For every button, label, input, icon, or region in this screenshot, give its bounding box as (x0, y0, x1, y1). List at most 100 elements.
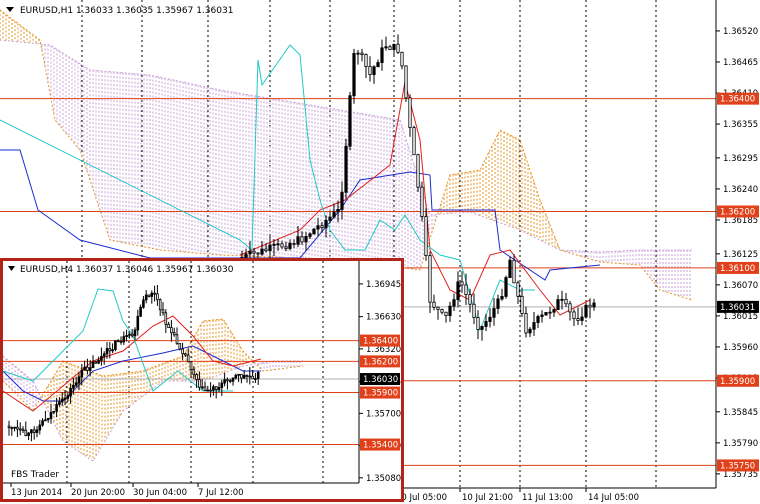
price-bar-body (158, 299, 162, 311)
price-bar-body (572, 311, 576, 319)
inset-chart[interactable]: 1.369451.366301.363201.360051.357001.353… (3, 261, 401, 499)
price-bar-body (46, 417, 50, 421)
price-bar-body (170, 327, 173, 334)
price-bar-body (242, 374, 246, 379)
watermark-text: FBS Trader (11, 470, 59, 480)
price-bar-body (244, 253, 248, 258)
price-bar-body (264, 248, 268, 252)
price-bar-body (484, 321, 488, 327)
price-bar-body (116, 340, 120, 343)
level-price-label: 1.35900 (363, 389, 398, 399)
price-bar-body (32, 429, 36, 433)
price-bar-body (226, 379, 229, 382)
current-price-label: 1.36031 (720, 303, 755, 313)
price-bar-body (552, 309, 556, 313)
price-bar-body (122, 336, 126, 343)
price-bar-body (336, 209, 340, 213)
price-bar-body (86, 366, 89, 371)
price-bar-body (340, 191, 344, 210)
price-bar-body (80, 369, 84, 378)
price-bar-body (492, 308, 496, 318)
inset-chart-panel[interactable]: 1.369451.366301.363201.360051.357001.353… (0, 258, 404, 502)
price-bar-body (380, 47, 384, 63)
price-bar-body (516, 282, 520, 297)
time-tick-label: 30 Jun 04:00 (133, 488, 187, 498)
price-bar-body (251, 375, 254, 380)
price-bar-body (60, 398, 64, 403)
level-price-label: 1.36400 (720, 95, 755, 105)
price-bar-body (576, 318, 580, 321)
price-bar-body (532, 322, 536, 330)
current-price-label: 1.36030 (363, 375, 398, 385)
price-bar-body (580, 316, 584, 321)
price-bar-body (256, 252, 260, 255)
price-bar-body (114, 340, 117, 350)
price-bar-body (38, 424, 42, 431)
price-bar-body (332, 211, 336, 218)
price-bar-body (256, 371, 260, 379)
price-bar-body (448, 305, 452, 316)
level-price-label: 1.36400 (363, 337, 398, 347)
price-bar-body (66, 395, 70, 399)
price-bar-body (195, 374, 198, 380)
price-bar-body (214, 386, 218, 390)
price-bar-body (200, 386, 204, 389)
price-bar-body (528, 328, 532, 334)
price-bar-body (436, 306, 440, 310)
price-bar-body (396, 43, 400, 53)
price-bar-body (125, 334, 128, 338)
price-bar-body (228, 380, 232, 382)
price-bar-body (136, 315, 140, 331)
price-bar-body (102, 353, 106, 357)
price-bar-body (568, 303, 572, 313)
price-bar-body (147, 294, 151, 297)
price-bar-body (352, 53, 356, 97)
price-bar-body (452, 299, 456, 307)
price-bar-body (186, 354, 190, 363)
level-price-label: 1.35400 (363, 441, 398, 451)
price-bar-body (63, 397, 67, 400)
price-bar-body (161, 309, 165, 314)
time-tick-label: 10 Jul 21:00 (462, 493, 513, 503)
price-bar-body (372, 66, 376, 76)
price-bar-body (560, 298, 564, 301)
price-tick-label: 1.36125 (723, 250, 758, 260)
price-bar-body (130, 333, 134, 337)
price-bar-body (18, 428, 22, 431)
price-bar-body (480, 326, 484, 330)
price-bar-body (584, 304, 588, 318)
price-bar-body (588, 304, 592, 308)
price-bar-body (44, 419, 47, 422)
price-bar-body (58, 401, 61, 405)
price-bar-body (142, 299, 145, 308)
price-bar-body (496, 298, 500, 309)
price-tick-label: 1.36070 (723, 281, 758, 291)
price-tick-label: 1.35845 (723, 408, 758, 418)
price-bar-body (384, 46, 388, 49)
price-bar-body (272, 243, 276, 246)
price-bar-body (150, 292, 154, 297)
price-bar-body (30, 429, 33, 434)
level-price-label: 1.36100 (720, 264, 755, 274)
price-bar-body (524, 313, 528, 334)
price-bar-body (10, 427, 14, 430)
price-bar-body (416, 154, 420, 188)
price-bar-body (217, 387, 221, 390)
price-bar-body (27, 432, 30, 436)
price-bar-body (108, 348, 112, 352)
price-bar-body (7, 425, 11, 429)
price-bar-body (100, 356, 103, 361)
price-bar-body (252, 250, 256, 254)
price-bar-body (376, 62, 380, 68)
price-bar-body (304, 236, 308, 243)
price-tick-label: 1.35080 (366, 474, 401, 484)
price-bar-body (164, 312, 168, 325)
price-bar-body (344, 145, 348, 193)
price-bar-body (260, 248, 264, 255)
price-bar-body (308, 233, 312, 237)
price-tick-label: 1.36240 (723, 185, 758, 195)
price-bar-body (91, 361, 95, 369)
price-bar-body (88, 367, 92, 371)
price-bar-body (468, 294, 472, 305)
price-bar-body (254, 378, 257, 380)
